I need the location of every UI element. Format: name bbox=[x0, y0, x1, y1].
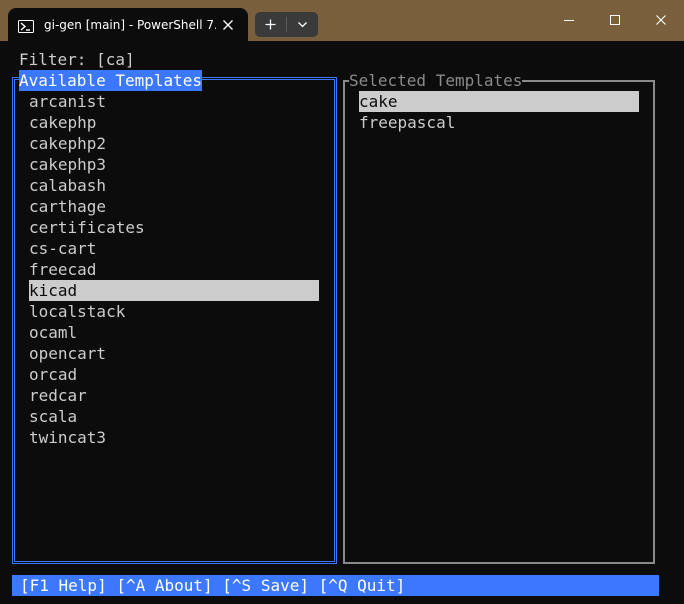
terminal-tab[interactable]: gi-gen [main] - PowerShell 7.4 bbox=[8, 8, 248, 41]
available-templates-title: Available Templates bbox=[19, 70, 203, 91]
new-tab-group bbox=[255, 12, 318, 37]
maximize-button[interactable] bbox=[592, 0, 638, 41]
list-item[interactable]: calabash bbox=[29, 175, 319, 196]
list-item[interactable]: freepascal bbox=[359, 112, 639, 133]
list-item[interactable]: carthage bbox=[29, 196, 319, 217]
new-tab-button[interactable] bbox=[255, 12, 286, 37]
list-item[interactable]: twincat3 bbox=[29, 427, 319, 448]
filter-input[interactable]: Filter: [ca] bbox=[19, 49, 135, 70]
powershell-icon bbox=[18, 18, 34, 33]
available-templates-list: arcanist cakephp cakephp2 cakephp3 calabash c… bbox=[29, 91, 319, 448]
list-item[interactable]: cakephp3 bbox=[29, 154, 319, 175]
selected-templates-list: cake freepascal bbox=[359, 91, 639, 133]
tab-title: gi-gen [main] - PowerShell 7.4 bbox=[44, 18, 216, 32]
list-item[interactable]: scala bbox=[29, 406, 319, 427]
list-item[interactable]: opencart bbox=[29, 343, 319, 364]
chevron-down-icon[interactable] bbox=[287, 12, 318, 37]
tab-close-icon[interactable] bbox=[220, 17, 236, 33]
status-bar: [F1 Help] [^A About] [^S Save] [^Q Quit] bbox=[12, 575, 659, 596]
list-item[interactable]: freecad bbox=[29, 259, 319, 280]
minimize-button[interactable] bbox=[546, 0, 592, 41]
title-bar: gi-gen [main] - PowerShell 7.4 bbox=[0, 0, 684, 41]
list-item[interactable]: redcar bbox=[29, 385, 319, 406]
list-item[interactable]: ocaml bbox=[29, 322, 319, 343]
list-item[interactable]: cs-cart bbox=[29, 238, 319, 259]
list-item[interactable]: localstack bbox=[29, 301, 319, 322]
list-item[interactable]: certificates bbox=[29, 217, 319, 238]
list-item[interactable]: cake bbox=[359, 91, 639, 112]
close-button[interactable] bbox=[638, 0, 684, 41]
list-item[interactable]: cakephp bbox=[29, 112, 319, 133]
list-item[interactable]: arcanist bbox=[29, 91, 319, 112]
list-item[interactable]: cakephp2 bbox=[29, 133, 319, 154]
selected-templates-panel bbox=[343, 80, 655, 564]
list-item[interactable]: kicad bbox=[29, 280, 319, 301]
selected-templates-title: Selected Templates bbox=[349, 70, 523, 91]
list-item[interactable]: orcad bbox=[29, 364, 319, 385]
status-bar-shortcuts: [F1 Help] [^A About] [^S Save] [^Q Quit] bbox=[20, 576, 406, 595]
